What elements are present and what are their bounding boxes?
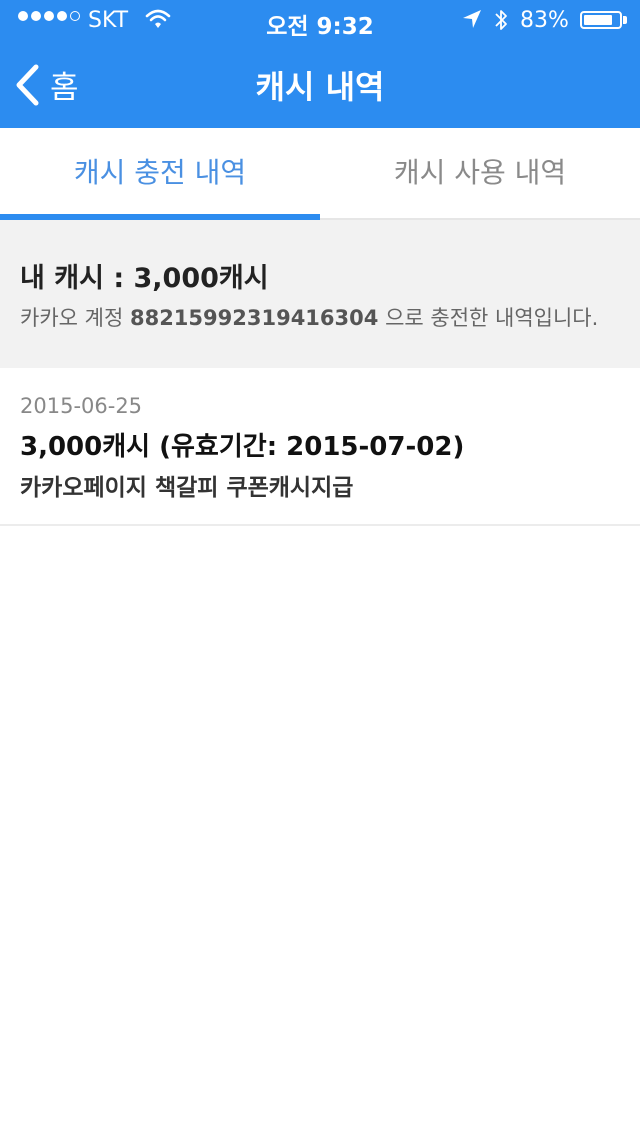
cash-summary: 내 캐시 : 3,000캐시 카카오 계정 88215992319416304 …: [0, 220, 640, 368]
page-title: 캐시 내역: [255, 68, 385, 106]
battery-tip: [623, 16, 627, 24]
cash-balance: 내 캐시 : 3,000캐시: [20, 263, 269, 294]
bluetooth-icon: [493, 6, 509, 38]
nav-header: SKT 오전 9:32 83% 홈 캐시 내역: [0, 0, 640, 128]
account-description: 카카오 계정 88215992319416304 으로 충전한 내역입니다.: [20, 302, 598, 332]
status-bar: SKT 오전 9:32 83%: [0, 0, 640, 40]
tab-charge-history[interactable]: 캐시 충전 내역: [0, 128, 320, 218]
battery-percent: 83%: [520, 8, 569, 33]
location-arrow-icon: [462, 9, 482, 33]
history-row: 2015-06-25 3,000캐시 (유효기간: 2015-07-02) 카카…: [0, 368, 640, 526]
desc-suffix: 으로 충전한 내역입니다.: [385, 306, 599, 330]
battery-icon: [580, 11, 622, 29]
desc-prefix: 카카오 계정: [20, 306, 124, 330]
tab-bar: 캐시 충전 내역 캐시 사용 내역: [0, 128, 640, 220]
history-date: 2015-06-25: [20, 394, 143, 418]
tab-usage-history[interactable]: 캐시 사용 내역: [320, 128, 640, 218]
history-amount: 3,000캐시 (유효기간: 2015-07-02): [20, 432, 465, 462]
account-number: 88215992319416304: [129, 306, 379, 330]
history-description: 카카오페이지 책갈피 쿠폰캐시지급: [20, 475, 354, 501]
